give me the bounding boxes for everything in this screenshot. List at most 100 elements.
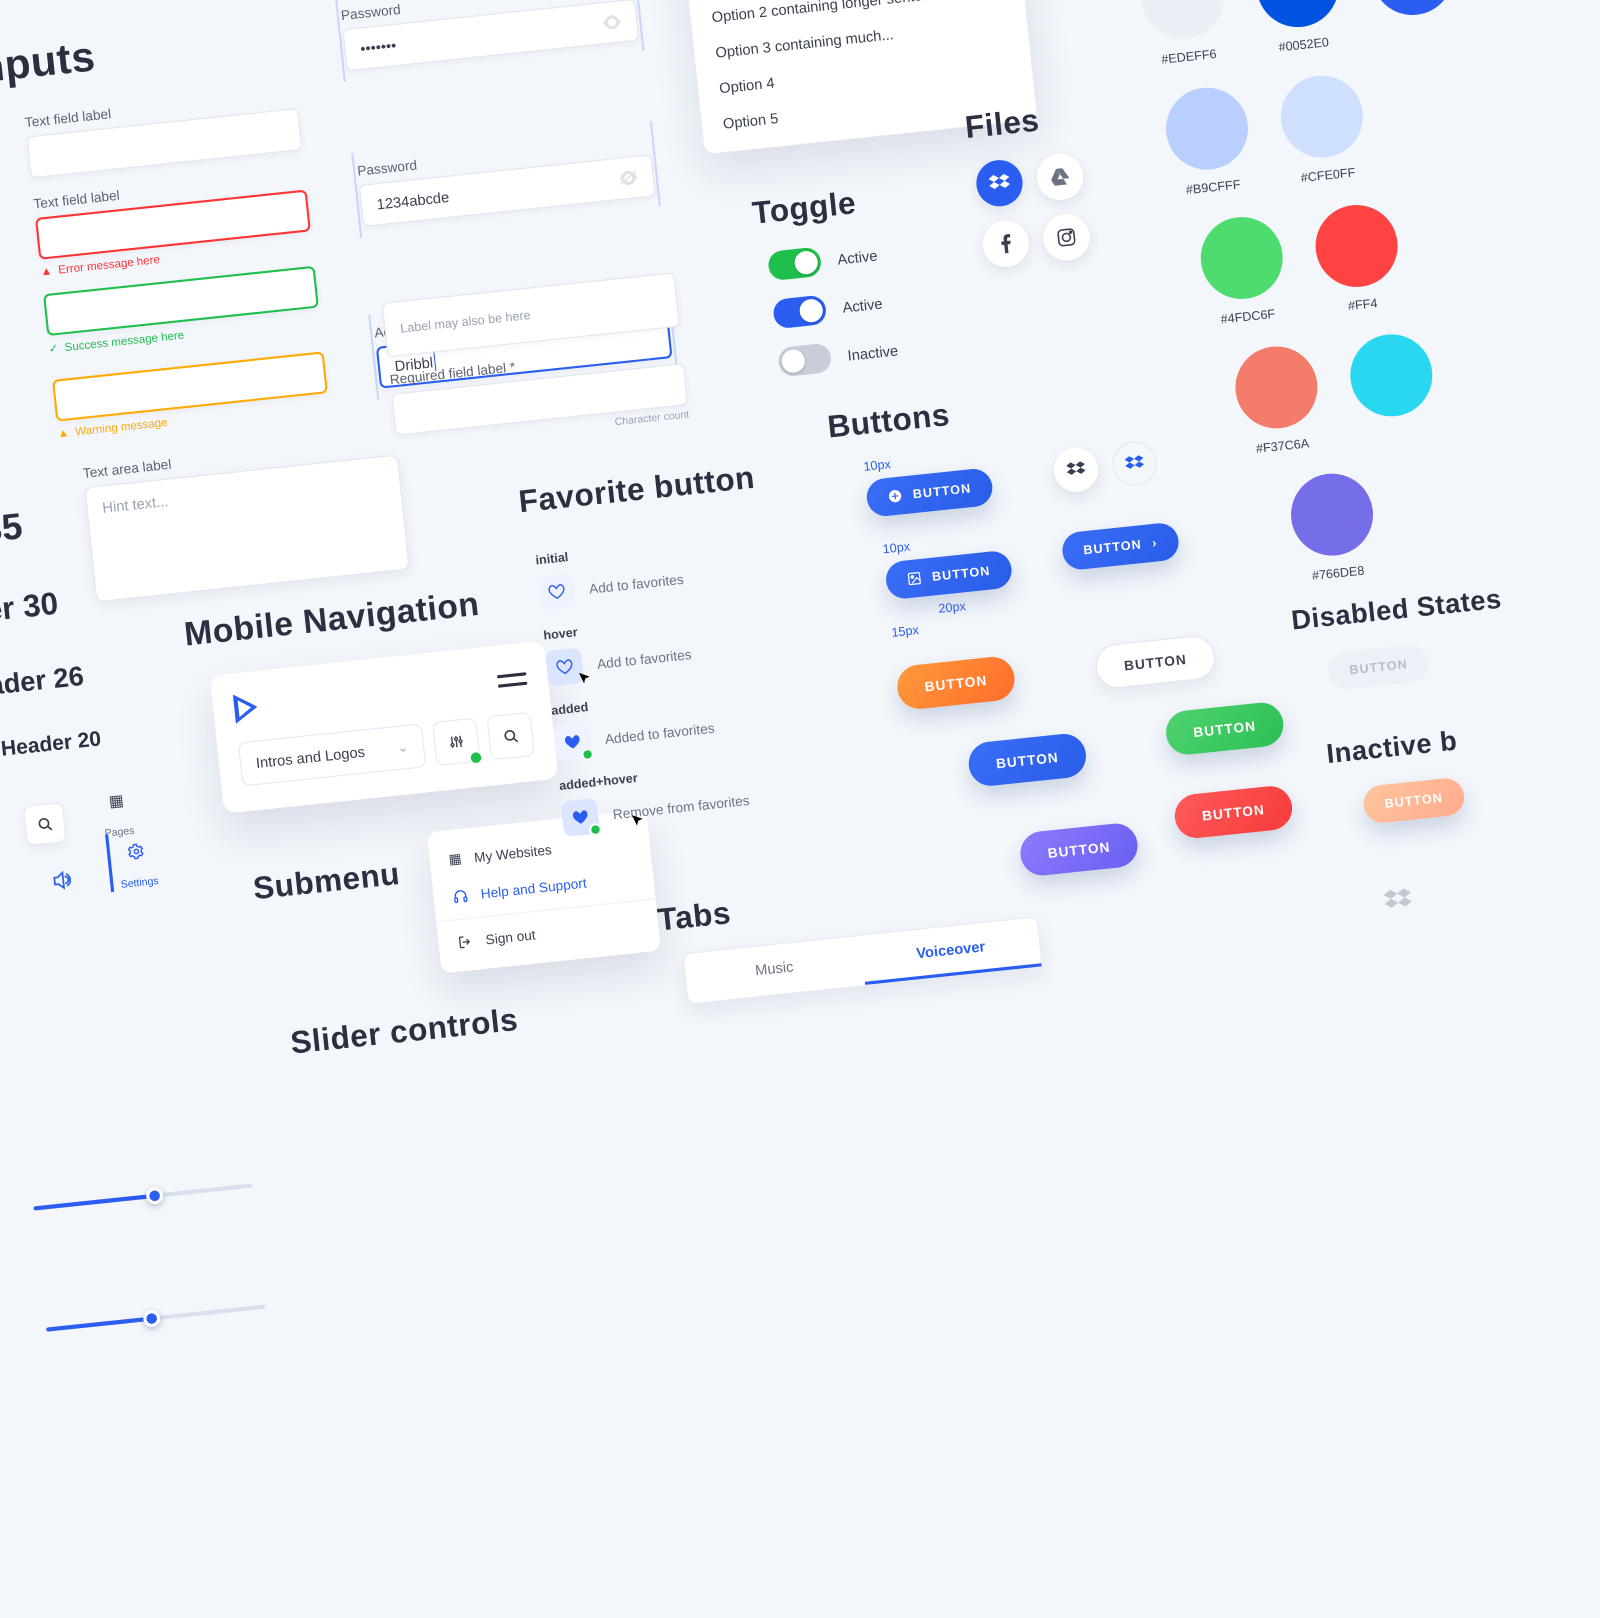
- burger-icon[interactable]: [497, 672, 528, 688]
- slider-controls-heading: Slider controls: [289, 1003, 520, 1062]
- primary-button-icon-left[interactable]: BUTTON: [865, 467, 994, 518]
- search-mini-icon[interactable]: [23, 802, 67, 846]
- green-button[interactable]: BUTTON: [1164, 701, 1286, 757]
- disabled-button: BUTTON: [1327, 643, 1431, 691]
- swatch-hex: #B9CFFF: [1185, 177, 1241, 197]
- check-icon: ✓: [48, 341, 59, 356]
- headphones-icon: [452, 887, 469, 904]
- search-button[interactable]: [486, 712, 534, 760]
- purple-button[interactable]: BUTTON: [1018, 821, 1140, 877]
- toggle-heading: Toggle: [751, 186, 858, 232]
- swatch: [1197, 213, 1287, 303]
- slider[interactable]: [33, 1183, 253, 1210]
- settings-label: Settings: [120, 876, 159, 891]
- tabs-heading: Tabs: [656, 896, 733, 939]
- favorite-label: Added to favorites: [604, 720, 715, 747]
- chevron-down-icon: ⌄: [397, 740, 409, 756]
- nav-select[interactable]: Intros and Logos ⌄: [238, 723, 426, 786]
- volume-icon[interactable]: [51, 870, 74, 891]
- drive-icon[interactable]: [1035, 151, 1086, 202]
- type-h35: r 35: [0, 506, 25, 555]
- nav-selected-label: Intros and Logos: [255, 743, 366, 771]
- pages-icon[interactable]: ▦: [94, 779, 138, 823]
- button-label: BUTTON: [1083, 537, 1143, 558]
- submenu-label: Help and Support: [480, 875, 587, 902]
- type-h20: Header 20: [0, 728, 102, 763]
- submenu-card: ▦ My Websites Help and Support Sign out: [427, 809, 661, 973]
- toggle-off[interactable]: [777, 343, 832, 378]
- inline-label: Label may also be here: [400, 308, 532, 336]
- toggle-label: Active: [837, 247, 879, 268]
- white-button[interactable]: BUTTON: [1094, 634, 1218, 690]
- toggle-green-on[interactable]: [767, 246, 822, 281]
- button-label: BUTTON: [1201, 801, 1265, 823]
- dropbox-outline-icon[interactable]: [1110, 439, 1158, 487]
- textarea[interactable]: Hint text...: [84, 454, 409, 602]
- favorite-button[interactable]: [537, 572, 576, 611]
- cursor-icon: [579, 672, 593, 686]
- signout-icon: [457, 933, 474, 950]
- chevron-right-icon: ›: [1151, 535, 1158, 550]
- password-value-visible: 1234abcde: [376, 188, 450, 212]
- red-button[interactable]: BUTTON: [1173, 784, 1295, 840]
- button-label: BUTTON: [1193, 717, 1257, 739]
- button-label: BUTTON: [931, 563, 991, 584]
- submenu-heading: Submenu: [252, 857, 402, 908]
- tabbar: Music Voiceover: [682, 916, 1042, 1004]
- filters-button[interactable]: [432, 718, 480, 766]
- password-value-masked: •••••••: [359, 37, 397, 57]
- inactive-heading: Inactive b: [1325, 724, 1459, 770]
- button-label: BUTTON: [912, 481, 972, 502]
- toggle-blue-on[interactable]: [772, 295, 827, 330]
- check-badge-icon: [581, 747, 595, 761]
- dropbox-circ-icon[interactable]: [1052, 445, 1100, 493]
- type-h30: der 30: [0, 586, 60, 631]
- primary-button-image[interactable]: BUTTON: [884, 550, 1013, 601]
- favorite-label: Add to favorites: [596, 646, 692, 672]
- toggle-label: Inactive: [847, 342, 899, 364]
- warning-icon: ▲: [40, 265, 53, 279]
- error-message: Error message here: [58, 254, 161, 277]
- mobile-nav-card: Intros and Logos ⌄: [210, 641, 559, 814]
- swatch: [1277, 72, 1367, 162]
- primary-button-arrow[interactable]: BUTTON ›: [1061, 521, 1181, 571]
- tab-music[interactable]: Music: [684, 936, 866, 1004]
- inputs-heading: Inputs: [0, 34, 98, 94]
- buttons-heading: Buttons: [826, 398, 952, 446]
- button-label: BUTTON: [995, 749, 1059, 771]
- toggle-label: Active: [842, 295, 884, 316]
- facebook-icon[interactable]: [980, 218, 1031, 269]
- dropbox-icon[interactable]: [974, 158, 1025, 209]
- warning-message: Warning message: [75, 416, 168, 438]
- files-heading: Files: [963, 103, 1041, 146]
- button-label: BUTTON: [1047, 838, 1111, 860]
- settings-icon[interactable]: [114, 830, 158, 874]
- favorite-button-added-hover[interactable]: [561, 798, 600, 837]
- button-label: BUTTON: [1349, 657, 1409, 678]
- swatch: [1312, 201, 1402, 291]
- inactive-button: BUTTON: [1362, 777, 1466, 825]
- swatch: [1138, 0, 1228, 43]
- favorite-button-added[interactable]: [553, 723, 592, 762]
- slider[interactable]: [46, 1305, 266, 1332]
- swatch-hex: #4FDC6F: [1220, 306, 1276, 326]
- type-h26: eader 26: [0, 660, 85, 704]
- disabled-heading: Disabled States: [1290, 582, 1503, 636]
- favorite-button-hover[interactable]: [545, 647, 584, 686]
- submenu-label: My Websites: [473, 841, 552, 865]
- warning-icon: ▲: [57, 427, 70, 441]
- button-label: BUTTON: [1384, 790, 1444, 811]
- swatch: [1162, 84, 1252, 174]
- swatch: [1367, 0, 1457, 19]
- swatch-hex: #F37C6A: [1255, 436, 1309, 456]
- cursor-icon: [632, 814, 646, 828]
- submenu-label: Sign out: [485, 927, 536, 948]
- eye-off-icon[interactable]: [618, 170, 638, 187]
- blue-button[interactable]: BUTTON: [967, 732, 1089, 788]
- instagram-icon[interactable]: [1041, 212, 1092, 263]
- swatch-hex: #EDEFF6: [1161, 46, 1218, 66]
- eye-icon[interactable]: [602, 14, 622, 31]
- tab-voiceover[interactable]: Voiceover: [860, 917, 1042, 985]
- swatch-hex: #FF4: [1347, 296, 1378, 314]
- orange-button[interactable]: BUTTON: [895, 655, 1017, 711]
